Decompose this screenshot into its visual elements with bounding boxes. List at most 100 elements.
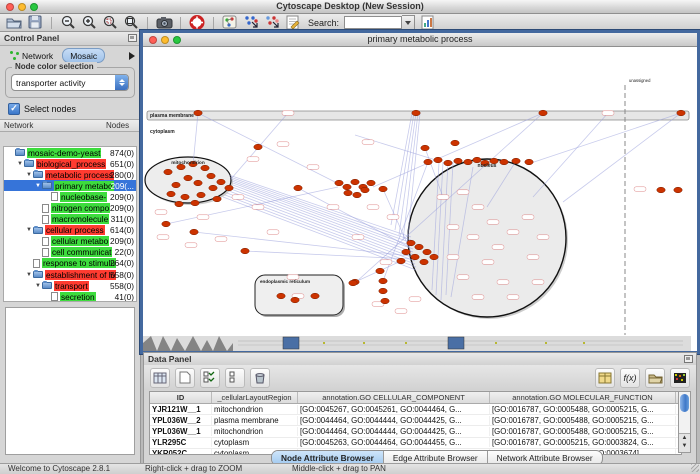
tree-item-metabolic-process[interactable]: ▼metabolic process280(0) [4, 169, 136, 180]
network-node[interactable] [379, 288, 387, 294]
network-node[interactable] [451, 140, 459, 146]
tree-item-secretion[interactable]: secretion41(0) [4, 291, 136, 302]
network-node[interactable] [343, 184, 351, 190]
network-node[interactable] [172, 182, 180, 188]
tree-item-cell-communicat[interactable]: cell communicat22(0) [4, 247, 136, 258]
resize-grip[interactable] [691, 464, 699, 472]
network-window-titlebar[interactable]: primary metabolic process [143, 33, 697, 47]
network-node[interactable] [207, 173, 215, 179]
network-node[interactable] [379, 278, 387, 284]
import-attributes-icon[interactable] [645, 368, 665, 388]
scrollbar-thumb[interactable] [680, 394, 689, 412]
network-edge[interactable] [391, 113, 412, 225]
network-edge[interactable] [531, 113, 681, 163]
node-color-dropdown[interactable]: transporter activity [11, 74, 129, 91]
network-node[interactable] [444, 160, 452, 166]
disclosure-triangle-icon[interactable]: ▼ [34, 283, 42, 289]
network-node[interactable] [657, 187, 665, 193]
network-node[interactable] [344, 190, 352, 196]
network-node[interactable] [407, 240, 415, 246]
annotation-icon[interactable] [285, 15, 301, 30]
network-node[interactable] [167, 191, 175, 197]
tree-item-response-to-stimulu[interactable]: response to stimulu264(0) [4, 258, 136, 269]
network-node[interactable] [367, 180, 375, 186]
network-node[interactable] [351, 179, 359, 185]
disclosure-triangle-icon[interactable]: ▼ [25, 227, 33, 233]
table-row[interactable]: YPL036W__1mitochondrion[GO:0044464, GO:0… [150, 426, 681, 437]
snapshot-icon[interactable] [156, 15, 172, 30]
network-graph[interactable]: plasma membranecytoplasmmitochondrionnuc… [143, 47, 691, 351]
network-node[interactable] [677, 110, 685, 116]
network-node[interactable] [674, 187, 682, 193]
table-row[interactable]: YPL036W__2plasma membrane[GO:0044464, GO… [150, 415, 681, 426]
zoom-selected-icon[interactable] [102, 15, 118, 30]
attribute-batch-icon[interactable] [595, 368, 615, 388]
disclosure-triangle-icon[interactable]: ▼ [34, 183, 42, 189]
network-node[interactable] [194, 180, 202, 186]
network-node[interactable] [525, 159, 533, 165]
network-node[interactable] [162, 221, 170, 227]
disclosure-triangle-icon[interactable]: ▼ [16, 161, 24, 167]
network-edge[interactable] [533, 113, 608, 197]
column-header[interactable]: annotation.GO MOLECULAR_FUNCTION [490, 392, 676, 403]
network-node[interactable] [415, 244, 423, 250]
network-node[interactable] [421, 145, 429, 151]
network-node[interactable] [335, 180, 343, 186]
table-row[interactable]: YJR121W__1mitochondrion[GO:0045267, GO:0… [150, 404, 681, 415]
network-node[interactable] [164, 169, 172, 175]
network-node[interactable] [191, 200, 199, 206]
tab-overflow-icon[interactable] [129, 52, 135, 60]
open-icon[interactable] [6, 15, 22, 30]
float-data-panel-icon[interactable] [684, 355, 693, 363]
tree-item-establishment-of-lo[interactable]: ▼establishment of lo558(0) [4, 269, 136, 280]
tree-item-transport[interactable]: ▼transport558(0) [4, 280, 136, 291]
network-node[interactable] [454, 158, 462, 164]
save-icon[interactable] [27, 15, 43, 30]
network-node[interactable] [213, 196, 221, 202]
birds-eye-view[interactable] [5, 307, 135, 455]
zoom-in-icon[interactable] [81, 15, 97, 30]
tree-item-primary-metabo[interactable]: ▼primary metabo209(... [4, 180, 136, 191]
network-node[interactable] [225, 185, 233, 191]
network-node[interactable] [181, 194, 189, 200]
column-header[interactable]: annotation.GO CELLULAR_COMPONENT [298, 392, 490, 403]
function-builder-icon[interactable]: f(x) [620, 368, 640, 388]
column-header[interactable]: _cellularLayoutRegion [212, 392, 298, 403]
unselect-attributes-icon[interactable] [225, 368, 245, 388]
network-node[interactable] [277, 293, 285, 299]
tree-item-nitrogen-compo[interactable]: nitrogen compo209(0) [4, 202, 136, 213]
network-node[interactable] [254, 144, 262, 150]
tree-item-cellular-metabo[interactable]: cellular metabo209(0) [4, 236, 136, 247]
network-node[interactable] [379, 186, 387, 192]
network-node[interactable] [430, 254, 438, 260]
apply-layout-icon[interactable] [243, 15, 259, 30]
network-node[interactable] [311, 293, 319, 299]
select-nodes-checkbox[interactable]: ✓ [8, 103, 20, 115]
disclosure-triangle-icon[interactable]: ▼ [25, 272, 33, 278]
search-config-icon[interactable] [420, 15, 436, 30]
network-node[interactable] [175, 201, 183, 207]
network-canvas[interactable]: plasma membranecytoplasmmitochondrionnuc… [143, 47, 691, 351]
network-node[interactable] [353, 192, 361, 198]
network-node[interactable] [217, 179, 225, 185]
network-node[interactable] [209, 185, 217, 191]
column-header[interactable]: ID [150, 392, 212, 403]
attribute-table-icon[interactable] [150, 368, 170, 388]
network-node[interactable] [291, 297, 299, 303]
network-node[interactable] [539, 110, 547, 116]
network-node[interactable] [194, 110, 202, 116]
network-node[interactable] [241, 248, 249, 254]
network-node[interactable] [381, 298, 389, 304]
select-attributes-icon[interactable] [200, 368, 220, 388]
network-node[interactable] [411, 254, 419, 260]
tree-item-biological-process[interactable]: ▼biological_process651(0) [4, 158, 136, 169]
network-node[interactable] [184, 175, 192, 181]
network-node[interactable] [376, 268, 384, 274]
tab-mosaic[interactable]: Mosaic [62, 48, 105, 63]
network-node[interactable] [361, 187, 369, 193]
delete-attribute-icon[interactable] [250, 368, 270, 388]
network-node[interactable] [201, 165, 209, 171]
network-node[interactable] [512, 158, 520, 164]
network-node[interactable] [412, 110, 420, 116]
network-node[interactable] [349, 280, 357, 286]
